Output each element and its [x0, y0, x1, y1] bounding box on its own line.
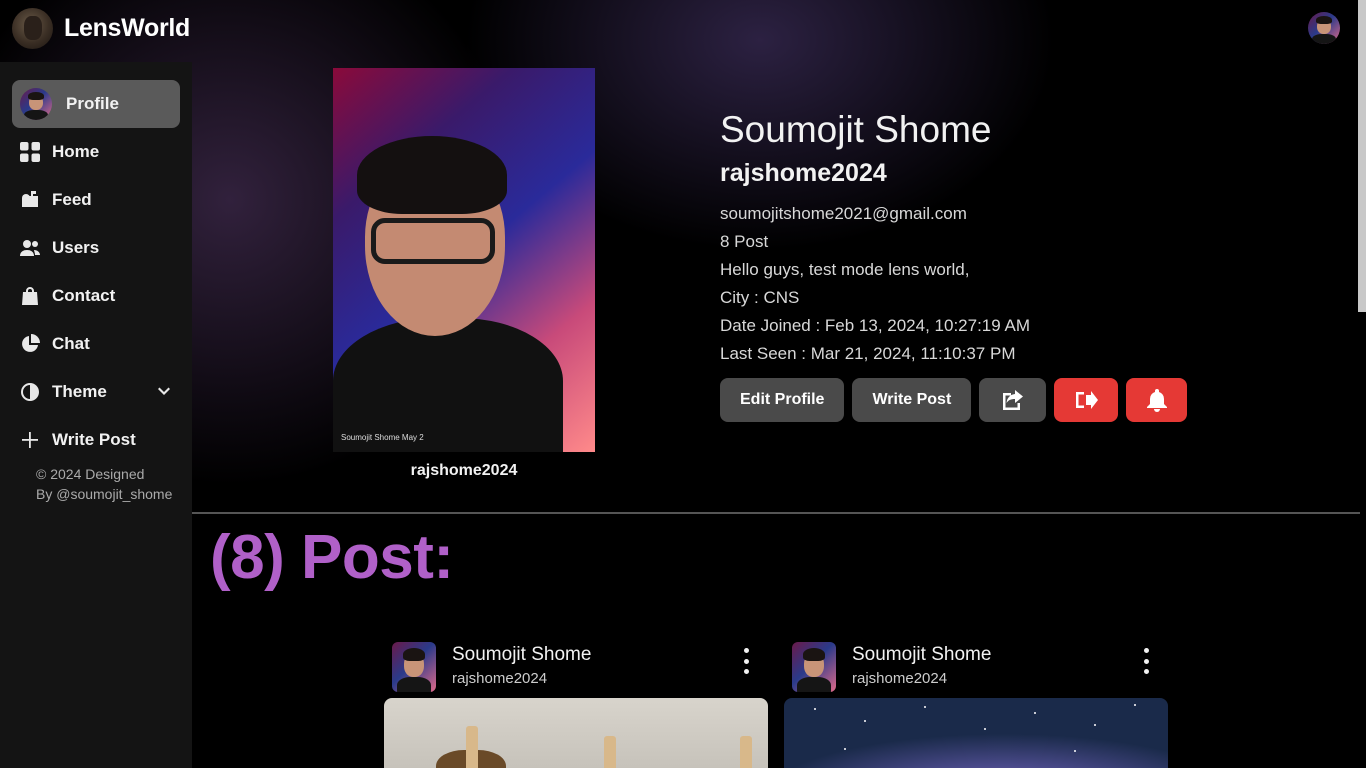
- profile-details: soumojitshome2021@gmail.com 8 Post Hello…: [720, 200, 1030, 368]
- write-post-button[interactable]: Write Post: [852, 378, 972, 422]
- sidebar-nav: Profile Home Feed Users Contact Chat The…: [12, 80, 180, 464]
- sidebar-item-label: Feed: [52, 190, 92, 209]
- post-author-avatar[interactable]: [792, 642, 836, 692]
- post-image[interactable]: [384, 698, 768, 768]
- posts-heading: (8) Post:: [210, 523, 454, 592]
- footer-credit: © 2024 Designed By @soumojit_shome: [36, 464, 172, 504]
- profile-username: rajshome2024: [720, 159, 887, 187]
- post-author-name[interactable]: Soumojit Shome: [452, 644, 591, 666]
- post-card[interactable]: Soumojit Shome rajshome2024: [784, 640, 1168, 768]
- profile-city: City : CNS: [720, 288, 800, 307]
- brand-logo: [12, 8, 53, 49]
- profile-last-seen: Last Seen : Mar 21, 2024, 11:10:37 PM: [720, 344, 1016, 363]
- edit-profile-button[interactable]: Edit Profile: [720, 378, 845, 422]
- logout-button[interactable]: [1054, 378, 1119, 422]
- user-avatar-button[interactable]: [1308, 12, 1340, 44]
- brand-name: LensWorld: [64, 14, 191, 42]
- post-header: Soumojit Shome rajshome2024: [384, 640, 768, 698]
- sidebar-item-home[interactable]: Home: [12, 128, 180, 176]
- profile-avatar: [20, 88, 52, 120]
- bag-icon: [20, 286, 40, 306]
- photo-caption: rajshome2024: [410, 462, 518, 479]
- sidebar-item-contact[interactable]: Contact: [12, 272, 180, 320]
- scrollbar[interactable]: [1358, 0, 1366, 312]
- photo-watermark: Soumojit Shome May 2: [341, 433, 424, 442]
- grid-icon: [20, 142, 40, 162]
- sidebar-item-label: Home: [52, 142, 100, 161]
- users-icon: [20, 238, 40, 258]
- brand[interactable]: LensWorld: [12, 8, 190, 49]
- sidebar-item-label: Profile: [66, 94, 119, 113]
- post-author-avatar[interactable]: [392, 642, 436, 692]
- more-vertical-icon[interactable]: [738, 648, 754, 674]
- profile-info: Soumojit Shome rajshome2024 soumojitshom…: [720, 108, 1030, 368]
- logout-icon: [1076, 391, 1099, 409]
- notifications-button[interactable]: [1126, 378, 1188, 422]
- post-author-name[interactable]: Soumojit Shome: [852, 644, 991, 666]
- post-header: Soumojit Shome rajshome2024: [784, 640, 1168, 698]
- sidebar-item-label: Theme: [52, 382, 107, 401]
- footer-line-1: © 2024 Designed: [36, 466, 145, 482]
- profile-bio: Hello guys, test mode lens world,: [720, 260, 970, 279]
- profile-actions: Edit Profile Write Post: [720, 378, 1188, 422]
- profile-post-count: 8 Post: [720, 232, 769, 251]
- sidebar-item-label: Users: [52, 238, 100, 257]
- plus-icon: [20, 430, 40, 450]
- sidebar-item-label: Chat: [52, 334, 90, 353]
- sidebar-item-users[interactable]: Users: [12, 224, 180, 272]
- share-button[interactable]: [979, 378, 1047, 422]
- post-card[interactable]: Soumojit Shome rajshome2024: [384, 640, 768, 768]
- post-author-username: rajshome2024: [452, 670, 548, 687]
- post-image[interactable]: [784, 698, 1168, 768]
- more-vertical-icon[interactable]: [1138, 648, 1154, 674]
- chevron-down-icon[interactable]: [154, 382, 174, 402]
- mailbox-icon: [20, 190, 40, 210]
- background-glow: [0, 0, 1366, 520]
- sidebar-item-label: Write Post: [52, 430, 136, 449]
- bell-icon: [1146, 389, 1167, 412]
- post-author-username: rajshome2024: [852, 670, 948, 687]
- footer-line-2: By @soumojit_shome: [36, 486, 173, 502]
- profile-full-name: Soumojit Shome: [720, 109, 992, 150]
- half-circle-icon: [20, 382, 40, 402]
- sidebar-item-write-post[interactable]: Write Post: [12, 416, 180, 464]
- pie-chart-icon: [20, 334, 40, 354]
- profile-email: soumojitshome2021@gmail.com: [720, 204, 967, 223]
- sidebar-item-feed[interactable]: Feed: [12, 176, 180, 224]
- share-icon: [1002, 390, 1023, 410]
- sidebar-item-chat[interactable]: Chat: [12, 320, 180, 368]
- profile-photo: Soumojit Shome May 2: [333, 68, 595, 452]
- section-divider: [192, 512, 1360, 514]
- sidebar: Profile Home Feed Users Contact Chat The…: [0, 62, 192, 768]
- profile-date-joined: Date Joined : Feb 13, 2024, 10:27:19 AM: [720, 316, 1030, 335]
- sidebar-item-profile[interactable]: Profile: [12, 80, 180, 128]
- sidebar-item-theme[interactable]: Theme: [12, 368, 180, 416]
- sidebar-item-label: Contact: [52, 286, 116, 305]
